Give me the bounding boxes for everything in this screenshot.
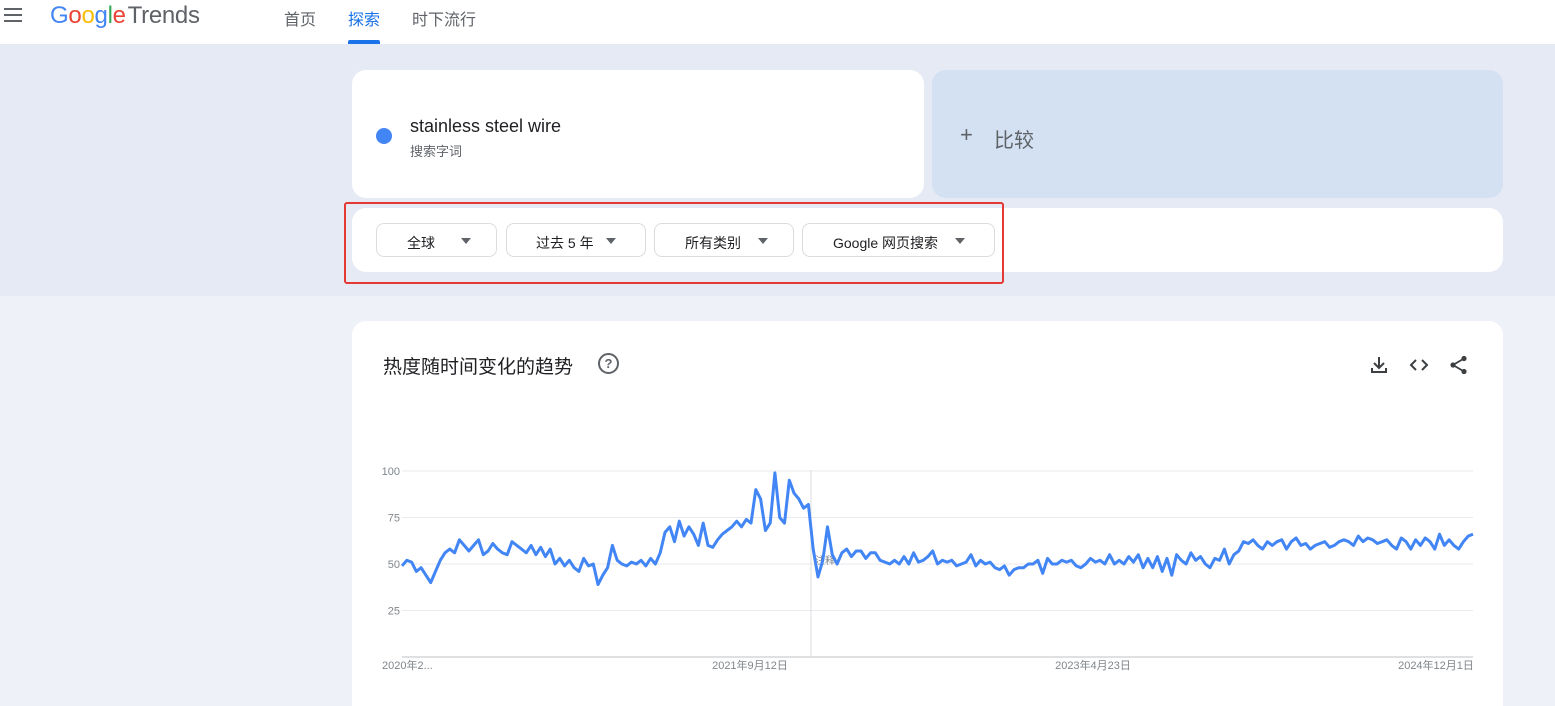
download-icon[interactable] bbox=[1368, 354, 1390, 376]
search-term[interactable]: stainless steel wire bbox=[410, 116, 561, 137]
trend-chart: 255075100 2020年2... 2021年9月12日 2023年4月23日 2… bbox=[382, 466, 1474, 672]
term-color-dot bbox=[376, 128, 392, 144]
compare-label: 比较 bbox=[994, 130, 1034, 152]
tab-home[interactable]: 首页 bbox=[284, 6, 316, 44]
y-tick-label: 50 bbox=[388, 559, 400, 571]
logo-google: Google bbox=[50, 2, 126, 29]
y-tick-label: 25 bbox=[388, 606, 400, 618]
tab-explore[interactable]: 探索 bbox=[348, 6, 381, 44]
x-axis-ticks: 2020年2... 2021年9月12日 2023年4月23日 2024年12月1日 bbox=[382, 658, 1474, 672]
embed-icon[interactable] bbox=[1408, 354, 1430, 376]
x-tick-label: 2021年9月12日 bbox=[712, 658, 788, 672]
tab-trending[interactable]: 时下流行 bbox=[412, 6, 476, 44]
compare-button[interactable]: + 比较 bbox=[932, 70, 1503, 198]
highlight-box bbox=[344, 202, 1004, 284]
share-icon[interactable] bbox=[1448, 354, 1470, 376]
search-term-card[interactable]: stainless steel wire 搜索字词 bbox=[352, 70, 924, 198]
help-icon[interactable]: ? bbox=[598, 353, 619, 374]
plus-icon: + bbox=[960, 122, 973, 147]
chart-title: 热度随时间变化的趋势 bbox=[383, 357, 574, 378]
y-axis-ticks: 25 50 75 100 bbox=[382, 466, 400, 618]
series-line bbox=[400, 471, 1474, 586]
logo-trends: Trends bbox=[127, 2, 200, 29]
y-tick-label: 75 bbox=[388, 513, 400, 525]
x-tick-label: 2023年4月23日 bbox=[1055, 658, 1131, 672]
search-term-type: 搜索字词 bbox=[410, 144, 463, 159]
menu-icon[interactable] bbox=[4, 8, 22, 22]
google-trends-logo[interactable]: GoogleTrends bbox=[50, 2, 200, 30]
x-tick-label: 2020年2... bbox=[382, 658, 433, 672]
top-bar: GoogleTrends 首页 探索 时下流行 bbox=[0, 0, 1555, 44]
main-nav: 首页 探索 时下流行 bbox=[284, 6, 508, 44]
y-tick-label: 100 bbox=[382, 466, 400, 478]
x-tick-label: 2024年12月1日 bbox=[1398, 658, 1474, 672]
